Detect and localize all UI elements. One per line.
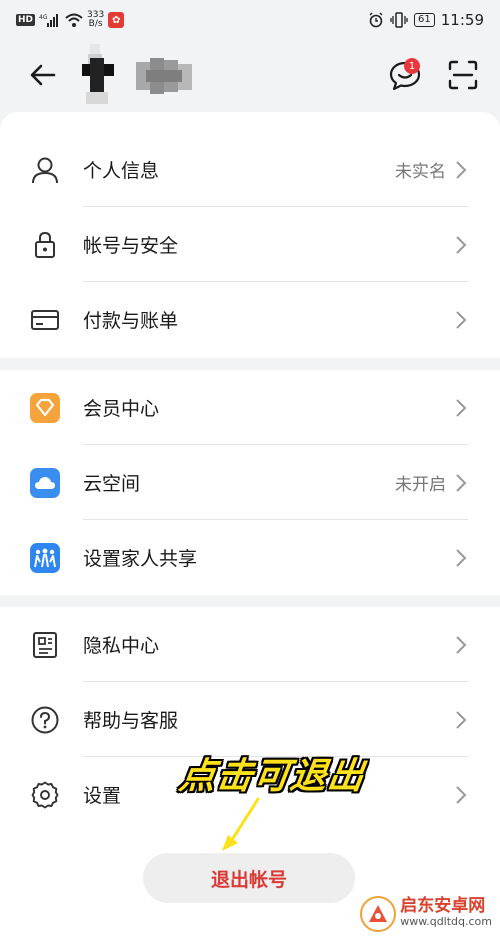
username-blurred (136, 58, 192, 94)
watermark: 启东安卓网 www.qdltdq.com (360, 896, 492, 932)
watermark-url: www.qdltdq.com (400, 915, 492, 928)
chevron-right-icon (456, 473, 467, 492)
chevron-right-icon (456, 785, 467, 804)
chevron-right-icon (456, 310, 467, 329)
wifi-icon (65, 13, 83, 27)
signal-icon: 4G (39, 14, 59, 27)
alarm-icon (369, 12, 383, 28)
menu-item-help-support[interactable]: 帮助与客服 (0, 682, 500, 757)
menu-label: 付款与账单 (83, 310, 179, 332)
menu-item-member-center[interactable]: 会员中心 (0, 370, 500, 445)
menu-item-privacy-center[interactable]: 隐私中心 (0, 607, 500, 682)
menu-label: 帐号与安全 (83, 235, 179, 257)
card-icon (28, 303, 62, 337)
gear-icon (28, 778, 62, 812)
vibrate-icon (390, 12, 408, 28)
cloud-icon (28, 466, 62, 500)
family-share-icon (28, 541, 62, 575)
lock-icon (28, 228, 62, 262)
menu-label: 隐私中心 (83, 635, 160, 657)
watermark-title: 启东安卓网 (400, 896, 486, 916)
menu-item-cloud-space[interactable]: 云空间 未开启 (0, 445, 500, 520)
account-group: 个人信息 未实名 帐号与安全 付款与账单 (0, 112, 500, 358)
scan-icon[interactable] (446, 58, 480, 92)
annotation-arrow-icon (222, 797, 260, 851)
chevron-right-icon (456, 548, 467, 567)
chevron-right-icon (456, 235, 467, 254)
chevron-right-icon (456, 398, 467, 417)
chevron-right-icon (456, 635, 467, 654)
help-icon (28, 703, 62, 737)
svg-text:4G: 4G (39, 14, 48, 21)
menu-label: 个人信息 (83, 160, 160, 182)
clock: 11:59 (440, 11, 484, 29)
back-arrow-icon[interactable] (26, 58, 60, 92)
annotation-label: 点击可退出 (176, 756, 368, 797)
watermark-logo-icon (360, 896, 397, 932)
hd-indicator: HD (16, 14, 36, 26)
avatar[interactable] (78, 44, 118, 106)
services-group: 会员中心 云空间 未开启 设置家人共享 (0, 370, 500, 595)
menu-status: 未实名 (395, 162, 446, 182)
chevron-right-icon (456, 160, 467, 179)
network-speed: 333 B/s (87, 10, 105, 29)
menu-status: 未开启 (395, 475, 446, 495)
account-header: 1 (0, 40, 500, 112)
battery-indicator: 61 (414, 13, 435, 27)
logout-button[interactable]: 退出帐号 (143, 853, 355, 903)
message-badge: 1 (404, 58, 420, 74)
huawei-app-icon: ✿ (108, 12, 125, 28)
menu-label: 设置家人共享 (83, 548, 198, 570)
privacy-icon (28, 628, 62, 662)
menu-item-account-security[interactable]: 帐号与安全 (0, 207, 500, 282)
chevron-right-icon (456, 710, 467, 729)
member-diamond-icon (28, 391, 62, 425)
menu-label: 设置 (83, 785, 122, 807)
menu-item-personal-info[interactable]: 个人信息 未实名 (0, 132, 500, 207)
status-bar: HD 4G 333 B/s ✿ 61 11:59 (0, 0, 500, 40)
menu-label: 会员中心 (83, 398, 160, 420)
menu-label: 帮助与客服 (83, 710, 179, 732)
menu-item-family-sharing[interactable]: 设置家人共享 (0, 520, 500, 595)
menu-item-payment-billing[interactable]: 付款与账单 (0, 282, 500, 357)
person-icon (28, 153, 62, 187)
menu-label: 云空间 (83, 473, 141, 495)
